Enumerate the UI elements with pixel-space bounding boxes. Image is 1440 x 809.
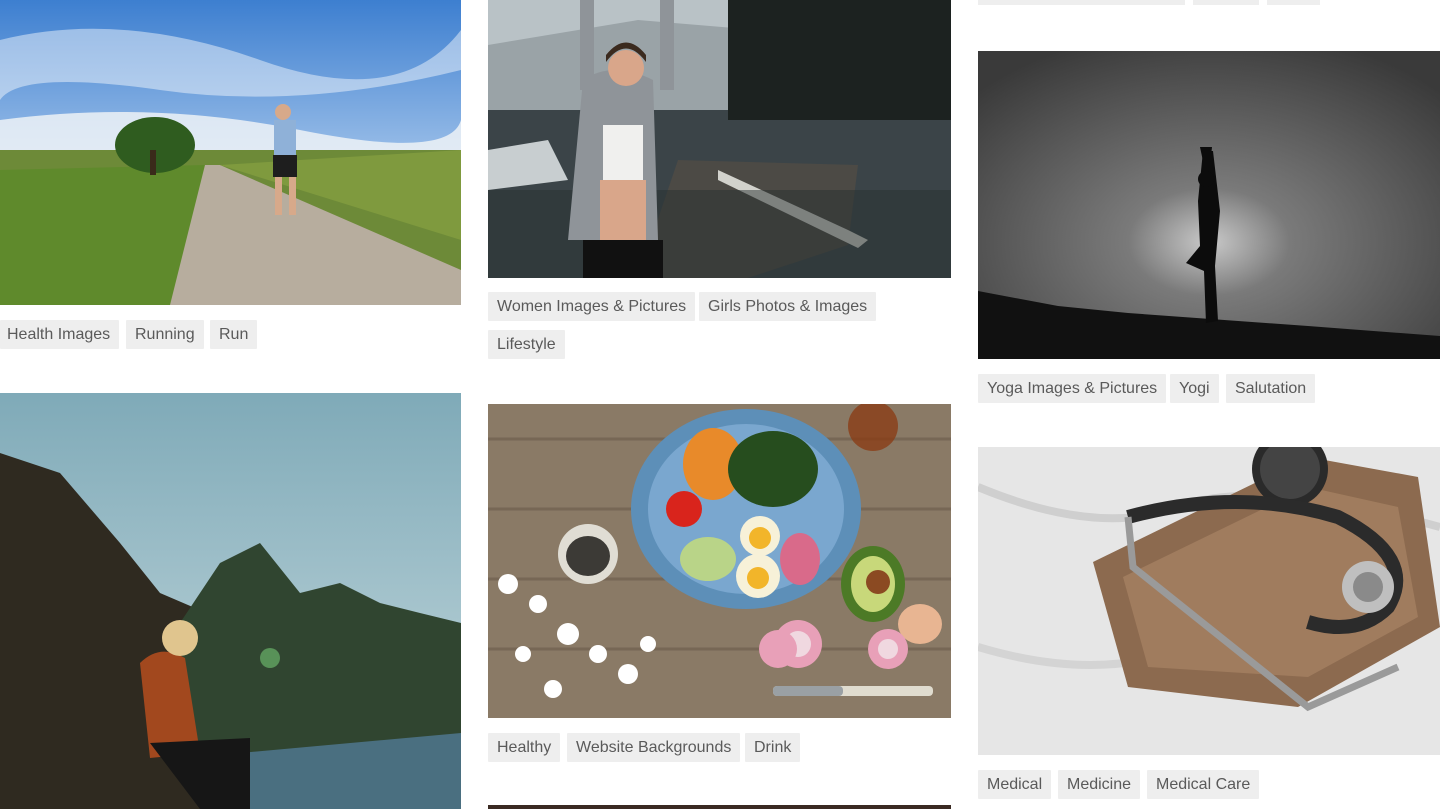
- next-photo-edge: [488, 805, 951, 809]
- tag-running[interactable]: Running: [126, 320, 204, 349]
- tag-drink[interactable]: Drink: [745, 733, 801, 762]
- tag-stub: [1193, 0, 1259, 5]
- tag-lifestyle[interactable]: Lifestyle: [488, 330, 565, 359]
- tag-run[interactable]: Run: [210, 320, 258, 349]
- tag-health-images[interactable]: Health Images: [0, 320, 120, 349]
- tag-healthy[interactable]: Healthy: [488, 733, 561, 762]
- tag-salutation[interactable]: Salutation: [1226, 374, 1316, 403]
- tag-stub: [978, 0, 1185, 5]
- tag-medicine[interactable]: Medicine: [1058, 770, 1141, 799]
- tag-medical-care[interactable]: Medical Care: [1147, 770, 1260, 799]
- woman-by-river-photo[interactable]: [0, 393, 461, 809]
- salad-plate-photo[interactable]: [488, 404, 951, 718]
- tag-women-images-pictures[interactable]: Women Images & Pictures: [488, 292, 696, 321]
- yoga-silhouette-photo[interactable]: [978, 51, 1440, 359]
- tag-medical[interactable]: Medical: [978, 770, 1052, 799]
- woman-on-dock-photo[interactable]: [488, 0, 951, 278]
- runner-photo[interactable]: [0, 0, 461, 305]
- stethoscope-photo[interactable]: [978, 447, 1440, 755]
- tag-yoga-images-pictures[interactable]: Yoga Images & Pictures: [978, 374, 1167, 403]
- tag-stub: [1267, 0, 1320, 5]
- tag-girls-photos-images[interactable]: Girls Photos & Images: [699, 292, 877, 321]
- tag-website-backgrounds[interactable]: Website Backgrounds: [567, 733, 741, 762]
- tag-yogi[interactable]: Yogi: [1170, 374, 1219, 403]
